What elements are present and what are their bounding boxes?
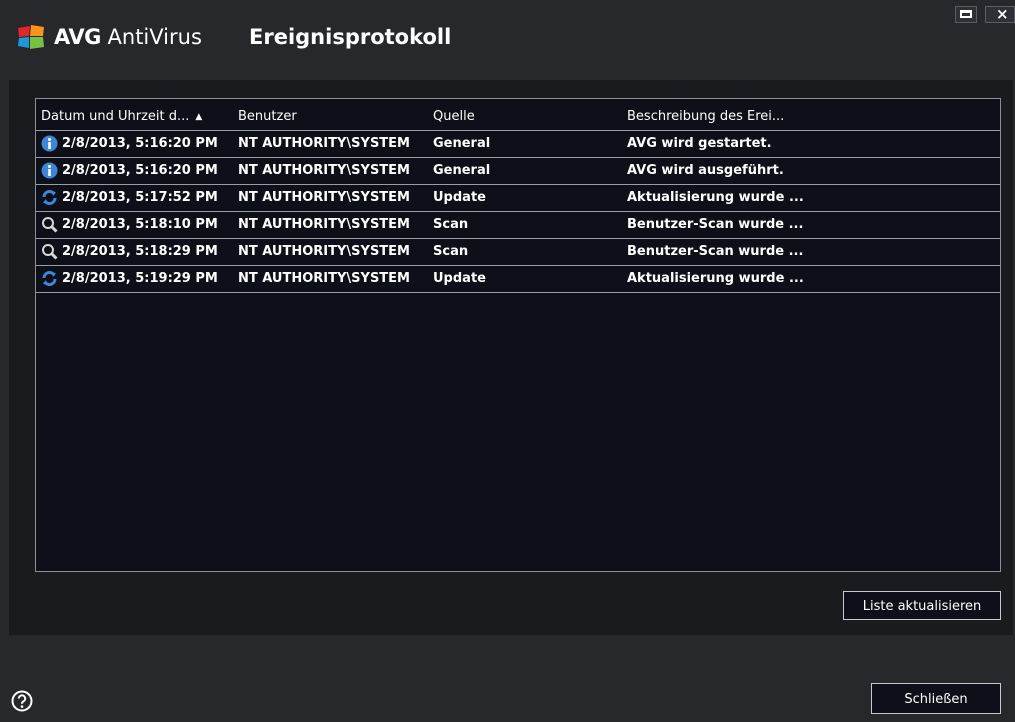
scan-icon	[42, 244, 58, 260]
cell-user: NT AUTHORITY\SYSTEM	[238, 244, 410, 259]
app-brand: AVG	[54, 25, 101, 49]
close-button[interactable]: Schließen	[871, 683, 1001, 714]
cell-description: Aktualisierung wurde ...	[627, 271, 804, 286]
info-icon	[41, 135, 58, 152]
app-product: AntiVirus	[107, 25, 202, 49]
maximize-button[interactable]	[955, 6, 977, 23]
refresh-list-button[interactable]: Liste aktualisieren	[843, 591, 1001, 620]
cell-user: NT AUTHORITY\SYSTEM	[238, 136, 410, 151]
cell-user: NT AUTHORITY\SYSTEM	[238, 217, 410, 232]
table-row[interactable]: 2/8/2013, 5:16:20 PM NT AUTHORITY\SYSTEM…	[36, 158, 1000, 185]
cell-datetime: 2/8/2013, 5:16:20 PM	[62, 163, 218, 178]
help-icon[interactable]	[11, 690, 33, 712]
cell-datetime: 2/8/2013, 5:19:29 PM	[62, 271, 218, 286]
update-icon	[42, 271, 57, 286]
table-header: Datum und Uhrzeit d... ▲ Benutzer Quelle …	[36, 99, 1000, 131]
table-row[interactable]: 2/8/2013, 5:16:20 PM NT AUTHORITY\SYSTEM…	[36, 131, 1000, 158]
column-header-datetime[interactable]: Datum und Uhrzeit d... ▲	[41, 109, 202, 126]
update-icon	[42, 190, 57, 205]
cell-user: NT AUTHORITY\SYSTEM	[238, 271, 410, 286]
avg-logo-icon	[18, 25, 44, 49]
window-title: Ereignisprotokoll	[249, 25, 452, 49]
cell-source: General	[433, 163, 491, 178]
table-row[interactable]: 2/8/2013, 5:19:29 PM NT AUTHORITY\SYSTEM…	[36, 266, 1000, 293]
cell-datetime: 2/8/2013, 5:16:20 PM	[62, 136, 218, 151]
cell-source: General	[433, 136, 491, 151]
column-header-description[interactable]: Beschreibung des Erei...	[627, 109, 784, 125]
cell-description: AVG wird ausgeführt.	[627, 163, 784, 178]
cell-user: NT AUTHORITY\SYSTEM	[238, 163, 410, 178]
cell-description: Benutzer-Scan wurde ...	[627, 217, 804, 232]
app-name: AVG AntiVirus	[54, 24, 202, 50]
sort-ascending-icon: ▲	[195, 112, 203, 122]
cell-source: Update	[433, 271, 486, 286]
table-row[interactable]: 2/8/2013, 5:17:52 PM NT AUTHORITY\SYSTEM…	[36, 185, 1000, 212]
column-header-user[interactable]: Benutzer	[238, 109, 297, 125]
column-header-source[interactable]: Quelle	[433, 109, 475, 125]
cell-datetime: 2/8/2013, 5:18:10 PM	[62, 217, 218, 232]
table-row[interactable]: 2/8/2013, 5:18:10 PM NT AUTHORITY\SYSTEM…	[36, 212, 1000, 239]
cell-datetime: 2/8/2013, 5:17:52 PM	[62, 190, 218, 205]
info-icon	[41, 162, 58, 179]
cell-datetime: 2/8/2013, 5:18:29 PM	[62, 244, 218, 259]
cell-source: Scan	[433, 244, 469, 259]
scan-icon	[42, 217, 58, 233]
cell-user: NT AUTHORITY\SYSTEM	[238, 190, 410, 205]
event-log-table[interactable]: Datum und Uhrzeit d... ▲ Benutzer Quelle …	[35, 98, 1001, 572]
maximize-icon	[960, 10, 972, 18]
cell-source: Scan	[433, 217, 469, 232]
close-icon: ×	[996, 5, 1009, 23]
table-row[interactable]: 2/8/2013, 5:18:29 PM NT AUTHORITY\SYSTEM…	[36, 239, 1000, 266]
title-bar: AVG AntiVirus Ereignisprotokoll ×	[0, 0, 1015, 80]
cell-description: Benutzer-Scan wurde ...	[627, 244, 804, 259]
window-close-button[interactable]: ×	[985, 5, 1015, 23]
column-label-datetime: Datum und Uhrzeit d...	[41, 109, 190, 124]
cell-description: AVG wird gestartet.	[627, 136, 772, 151]
cell-description: Aktualisierung wurde ...	[627, 190, 804, 205]
cell-source: Update	[433, 190, 486, 205]
